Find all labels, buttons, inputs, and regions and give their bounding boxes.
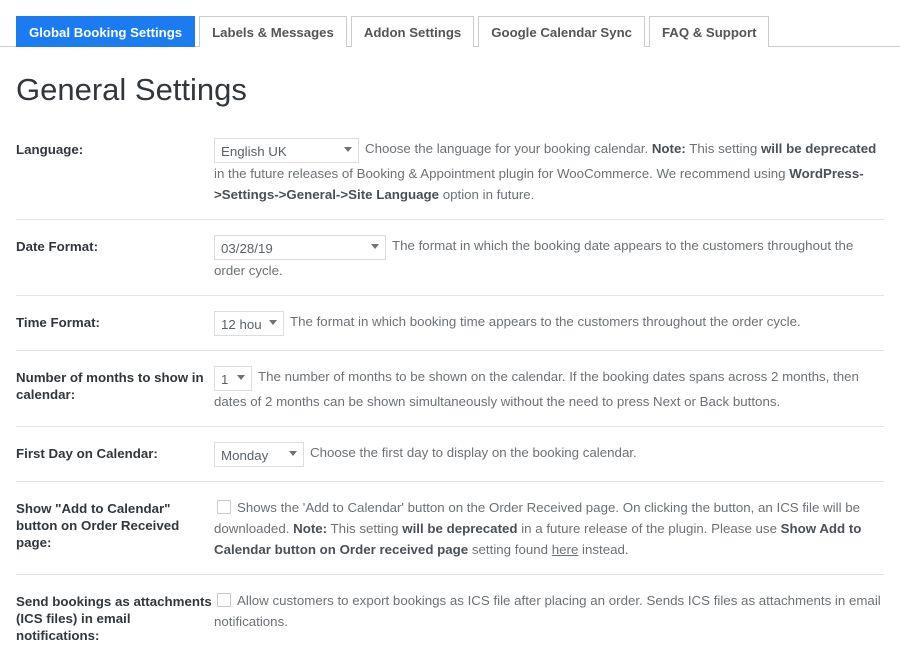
add-to-calendar-desc-part5: instead. (578, 541, 629, 557)
language-desc-part1: Choose the language for your booking cal… (365, 140, 652, 156)
tab-global-booking-settings[interactable]: Global Booking Settings (16, 16, 196, 47)
date-format-select-wrapper[interactable]: 03/28/19 (214, 234, 386, 260)
field-time-format: 12 hour The format in which booking time… (214, 310, 884, 336)
field-language: English UK Choose the language for your … (214, 137, 884, 205)
setting-row-ics-attachments: Send bookings as attachments (ICS files)… (16, 573, 884, 658)
add-to-calendar-desc-note: Note: (293, 520, 328, 536)
language-select-wrapper[interactable]: English UK (214, 137, 359, 163)
tab-faq-support[interactable]: FAQ & Support (648, 16, 770, 47)
add-to-calendar-desc-part4: setting found (468, 541, 552, 557)
date-format-select[interactable]: 03/28/19 (214, 234, 386, 260)
label-ics-attachments: Send bookings as attachments (ICS files)… (16, 593, 212, 643)
field-ics-attachments: Allow customers to export bookings as IC… (214, 590, 884, 632)
time-format-select-wrapper[interactable]: 12 hour (214, 310, 284, 336)
tab-google-calendar-sync[interactable]: Google Calendar Sync (478, 16, 645, 47)
field-first-day: Monday Choose the first day to display o… (214, 441, 884, 467)
settings-tab-bar: Global Booking Settings Labels & Message… (0, 0, 900, 47)
label-date-format: Date Format: (16, 238, 99, 254)
add-to-calendar-checkbox[interactable] (217, 499, 231, 514)
add-to-calendar-here-link[interactable]: here (552, 542, 579, 557)
label-add-to-calendar: Show "Add to Calendar" button on Order R… (16, 500, 180, 550)
label-language: Language: (16, 141, 84, 157)
add-to-calendar-desc-deprecated: will be deprecated (402, 520, 518, 536)
field-add-to-calendar: Shows the 'Add to Calendar' button on th… (214, 497, 884, 560)
label-time-format: Time Format: (16, 314, 100, 330)
setting-row-date-format: Date Format: 03/28/19 The format in whic… (16, 218, 884, 295)
field-months-to-show: 1 The number of months to be shown on th… (214, 365, 884, 412)
time-format-select[interactable]: 12 hour (214, 310, 284, 336)
first-day-select[interactable]: Monday (214, 441, 304, 467)
add-to-calendar-desc-part3: in a future release of the plugin. Pleas… (517, 520, 781, 536)
months-to-show-select[interactable]: 1 (214, 365, 252, 391)
months-to-show-description: The number of months to be shown on the … (214, 368, 859, 409)
label-first-day: First Day on Calendar: (16, 445, 158, 461)
setting-row-time-format: Time Format: 12 hour The format in which… (16, 294, 884, 350)
language-desc-part4: option in future. (439, 186, 535, 202)
language-desc-part3: in the future releases of Booking & Appo… (214, 165, 790, 181)
first-day-select-wrapper[interactable]: Monday (214, 441, 304, 467)
first-day-description: Choose the first day to display on the b… (310, 444, 637, 460)
ics-attachments-description: Allow customers to export bookings as IC… (214, 592, 881, 629)
ics-attachments-checkbox[interactable] (217, 592, 231, 607)
language-desc-part2: This setting (685, 140, 761, 156)
setting-row-first-day: First Day on Calendar: Monday Choose the… (16, 425, 884, 481)
add-to-calendar-description: Shows the 'Add to Calendar' button on th… (214, 500, 861, 557)
field-date-format: 03/28/19 The format in which the booking… (214, 234, 884, 281)
tab-addon-settings[interactable]: Addon Settings (350, 16, 475, 47)
page-title: General Settings (16, 72, 247, 107)
time-format-description: The format in which booking time appears… (290, 313, 801, 329)
setting-row-months-to-show: Number of months to show in calendar: 1 … (16, 349, 884, 426)
tab-labels-messages[interactable]: Labels & Messages (199, 16, 347, 47)
months-to-show-select-wrapper[interactable]: 1 (214, 365, 252, 391)
language-desc-deprecated: will be deprecated (760, 140, 877, 156)
label-months-to-show: Number of months to show in calendar: (16, 369, 204, 402)
language-desc-note: Note: (651, 140, 686, 156)
language-select[interactable]: English UK (214, 137, 359, 163)
general-settings-form: Language: English UK Choose the language… (0, 128, 900, 658)
add-to-calendar-desc-part2: This setting (327, 520, 403, 536)
setting-row-add-to-calendar: Show "Add to Calendar" button on Order R… (16, 480, 884, 574)
setting-row-language: Language: English UK Choose the language… (16, 128, 884, 219)
